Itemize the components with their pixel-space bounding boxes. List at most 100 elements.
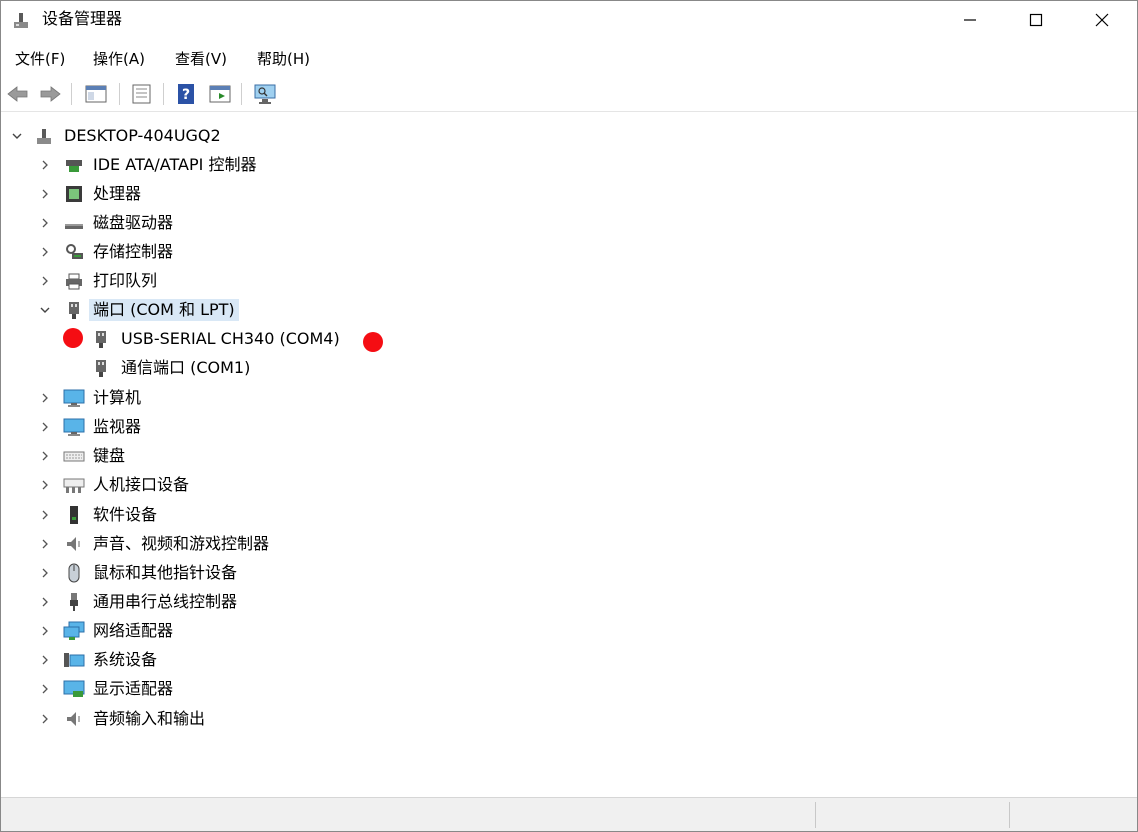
disk-drive-icon (63, 212, 85, 234)
forward-arrow-icon (40, 86, 61, 102)
status-pane (1009, 802, 1137, 828)
maximize-icon (1029, 13, 1043, 27)
chevron-right-icon[interactable] (39, 392, 51, 404)
chevron-right-icon[interactable] (39, 596, 51, 608)
tree-item-com1-port[interactable]: 通信端口 (COM1) (1, 355, 401, 381)
tree-label: 显示适配器 (93, 679, 174, 698)
tree-item-audio[interactable]: 音频输入和输出 (1, 706, 341, 732)
tree-label: 计算机 (93, 388, 142, 407)
tree-label: IDE ATA/ATAPI 控制器 (93, 155, 257, 174)
chevron-right-icon[interactable] (39, 275, 51, 287)
scan-hardware-button[interactable] (252, 81, 278, 107)
close-button[interactable] (1069, 1, 1135, 39)
device-tree: DESKTOP-404UGQ2 IDE ATA/ATAPI 控制器 处理器 磁盘… (1, 119, 1137, 795)
mouse-icon (63, 562, 85, 584)
device-manager-window: 设备管理器 文件(F) 操作(A) 查看(V) 帮助(H) ? DESKTOP-… (0, 0, 1138, 832)
menu-action[interactable]: 操作(A) (91, 49, 147, 69)
close-icon (1095, 13, 1109, 27)
red-marker-dot (363, 332, 383, 352)
tree-item-print-queue[interactable]: 打印队列 (1, 268, 321, 294)
ide-controller-icon (63, 154, 85, 176)
monitor-scan-icon (254, 84, 276, 104)
chevron-down-icon[interactable] (11, 130, 23, 142)
storage-controller-icon (63, 241, 85, 263)
tree-label: 通信端口 (COM1) (121, 358, 251, 377)
chevron-down-icon[interactable] (39, 304, 51, 316)
chevron-right-icon[interactable] (39, 625, 51, 637)
chevron-right-icon[interactable] (39, 479, 51, 491)
port-icon (90, 357, 112, 379)
chevron-right-icon[interactable] (39, 217, 51, 229)
chevron-right-icon[interactable] (39, 159, 51, 171)
tree-item-ide[interactable]: IDE ATA/ATAPI 控制器 (1, 152, 321, 178)
tree-label: 软件设备 (93, 505, 158, 524)
chevron-right-icon[interactable] (39, 683, 51, 695)
help-icon: ? (178, 84, 194, 104)
chevron-right-icon[interactable] (39, 538, 51, 550)
properties-sheet-icon (132, 84, 151, 104)
tree-item-storage[interactable]: 存储控制器 (1, 239, 321, 265)
tree-item-disk[interactable]: 磁盘驱动器 (1, 210, 321, 236)
tree-item-keyboard[interactable]: 键盘 (1, 443, 321, 469)
tree-root[interactable]: DESKTOP-404UGQ2 (1, 123, 301, 149)
tree-label: 网络适配器 (93, 621, 174, 640)
printer-icon (63, 270, 85, 292)
chevron-right-icon[interactable] (39, 509, 51, 521)
audio-io-icon (63, 708, 85, 730)
chevron-right-icon[interactable] (39, 450, 51, 462)
tree-item-display[interactable]: 显示适配器 (1, 676, 341, 702)
tree-item-processor[interactable]: 处理器 (1, 181, 321, 207)
system-device-icon (63, 649, 85, 671)
tree-item-usb-serial-port[interactable]: USB-SERIAL CH340 (COM4) (1, 326, 401, 352)
status-bar (1, 797, 1137, 831)
toolbar-separator (241, 83, 242, 105)
device-manager-icon (11, 10, 31, 30)
properties-pane-icon (85, 85, 107, 103)
tree-item-mouse[interactable]: 鼠标和其他指针设备 (1, 560, 341, 586)
menu-help[interactable]: 帮助(H) (255, 49, 312, 69)
help-button[interactable]: ? (173, 81, 199, 107)
show-hide-tree-button[interactable] (83, 81, 109, 107)
toolbar-separator (71, 83, 72, 105)
menu-view[interactable]: 查看(V) (173, 49, 229, 69)
tree-item-network[interactable]: 网络适配器 (1, 618, 341, 644)
tree-item-hid[interactable]: 人机接口设备 (1, 472, 321, 498)
minimize-icon (964, 19, 976, 21)
tree-item-usb[interactable]: 通用串行总线控制器 (1, 589, 341, 615)
forward-button[interactable] (37, 81, 63, 107)
tree-label: 音频输入和输出 (93, 709, 206, 728)
chevron-right-icon[interactable] (39, 421, 51, 433)
monitor-icon (63, 416, 85, 438)
display-adapter-icon (63, 678, 85, 700)
chevron-right-icon[interactable] (39, 567, 51, 579)
status-pane (815, 802, 1009, 828)
tree-item-monitor[interactable]: 监视器 (1, 414, 321, 440)
tree-label: 磁盘驱动器 (93, 213, 174, 232)
back-button[interactable] (5, 81, 31, 107)
properties-button[interactable] (129, 81, 155, 107)
tree-label: 处理器 (93, 184, 142, 203)
chevron-right-icon[interactable] (39, 713, 51, 725)
tree-item-software[interactable]: 软件设备 (1, 502, 321, 528)
computer-root-icon (33, 125, 55, 147)
speaker-icon (63, 533, 85, 555)
tree-item-sound[interactable]: 声音、视频和游戏控制器 (1, 531, 341, 557)
tree-item-ports[interactable]: 端口 (COM 和 LPT) (1, 297, 321, 323)
chevron-right-icon[interactable] (39, 654, 51, 666)
processor-icon (63, 183, 85, 205)
window-title: 设备管理器 (42, 9, 123, 28)
chevron-right-icon[interactable] (39, 188, 51, 200)
tree-label: USB-SERIAL CH340 (COM4) (121, 329, 340, 348)
keyboard-icon (63, 445, 85, 467)
tree-label-selected: 端口 (COM 和 LPT) (89, 299, 239, 321)
minimize-button[interactable] (937, 1, 1003, 39)
maximize-button[interactable] (1003, 1, 1069, 39)
chevron-right-icon[interactable] (39, 246, 51, 258)
tree-item-computer[interactable]: 计算机 (1, 385, 321, 411)
update-driver-button[interactable] (207, 81, 233, 107)
title-bar: 设备管理器 (1, 1, 1137, 39)
menu-file[interactable]: 文件(F) (13, 49, 67, 69)
tree-item-system[interactable]: 系统设备 (1, 647, 341, 673)
tree-label: 声音、视频和游戏控制器 (93, 534, 270, 553)
run-icon (209, 85, 231, 103)
